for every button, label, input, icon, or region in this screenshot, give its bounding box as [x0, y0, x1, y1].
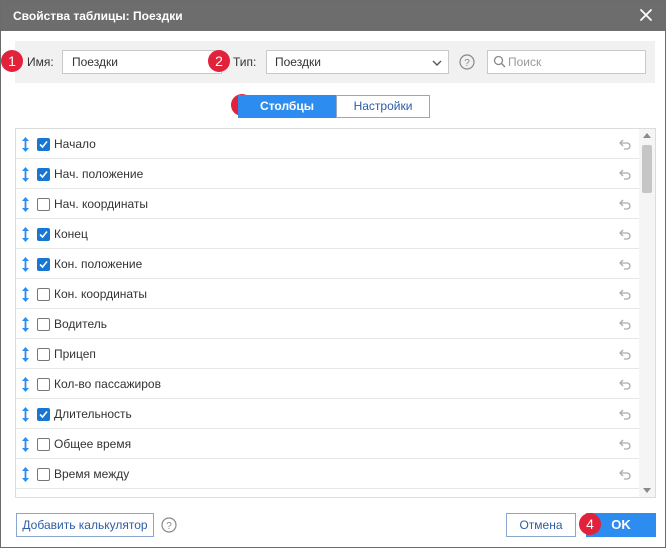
- undo-icon[interactable]: [619, 288, 632, 300]
- step-badge-2: 2: [208, 50, 230, 72]
- svg-text:?: ?: [464, 58, 470, 69]
- svg-text:?: ?: [166, 521, 172, 532]
- column-label: Начало: [54, 137, 96, 151]
- column-checkbox[interactable]: [37, 438, 50, 451]
- table-form-bar: Имя: Тип: Поездки ?: [15, 41, 655, 83]
- drag-handle-icon[interactable]: [21, 286, 30, 303]
- tab-columns[interactable]: Столбцы: [238, 95, 336, 118]
- type-label: Тип:: [233, 55, 257, 69]
- column-checkbox[interactable]: [37, 408, 50, 421]
- drag-handle-icon[interactable]: [21, 466, 30, 483]
- drag-handle-icon[interactable]: [21, 136, 30, 153]
- search-input[interactable]: [508, 52, 642, 72]
- scroll-up-icon[interactable]: [643, 133, 651, 138]
- search-icon: [493, 55, 506, 68]
- tab-settings[interactable]: Настройки: [336, 95, 430, 118]
- undo-icon[interactable]: [619, 348, 632, 360]
- scrollbar[interactable]: [639, 129, 655, 497]
- drag-handle-icon[interactable]: [21, 196, 30, 213]
- column-label: Нач. координаты: [54, 197, 148, 211]
- undo-icon[interactable]: [619, 318, 632, 330]
- column-checkbox[interactable]: [37, 168, 50, 181]
- help-icon[interactable]: ?: [459, 54, 475, 70]
- drag-handle-icon[interactable]: [21, 256, 30, 273]
- drag-handle-icon[interactable]: [21, 406, 30, 423]
- column-label: Длительность: [54, 407, 132, 421]
- column-checkbox[interactable]: [37, 138, 50, 151]
- column-row[interactable]: Время между: [16, 459, 640, 489]
- column-row[interactable]: Кон. координаты: [16, 279, 640, 309]
- drag-handle-icon[interactable]: [21, 346, 30, 363]
- column-checkbox[interactable]: [37, 198, 50, 211]
- search-box[interactable]: [487, 50, 646, 74]
- undo-icon[interactable]: [619, 138, 632, 150]
- column-checkbox[interactable]: [37, 378, 50, 391]
- undo-icon[interactable]: [619, 378, 632, 390]
- column-row[interactable]: Общее время: [16, 429, 640, 459]
- column-row[interactable]: Прицеп: [16, 339, 640, 369]
- column-row[interactable]: Нач. координаты: [16, 189, 640, 219]
- add-calculator-button[interactable]: Добавить калькулятор: [16, 513, 154, 537]
- column-label: Время между: [54, 467, 130, 481]
- type-select-value: Поездки: [275, 55, 321, 69]
- column-checkbox[interactable]: [37, 288, 50, 301]
- column-row[interactable]: Начало: [16, 129, 640, 159]
- column-checkbox[interactable]: [37, 228, 50, 241]
- undo-icon[interactable]: [619, 408, 632, 420]
- column-checkbox[interactable]: [37, 318, 50, 331]
- dialog-titlebar[interactable]: Свойства таблицы: Поездки: [1, 1, 665, 31]
- column-row[interactable]: Длительность: [16, 399, 640, 429]
- drag-handle-icon[interactable]: [21, 376, 30, 393]
- scrollbar-thumb[interactable]: [642, 145, 652, 193]
- column-checkbox[interactable]: [37, 468, 50, 481]
- column-row[interactable]: Нач. положение: [16, 159, 640, 189]
- step-badge-4: 4: [579, 513, 601, 535]
- name-label: Имя:: [27, 55, 54, 69]
- column-label: Кон. координаты: [54, 287, 147, 301]
- column-row[interactable]: Кон. положение: [16, 249, 640, 279]
- undo-icon[interactable]: [619, 468, 632, 480]
- name-input[interactable]: [62, 50, 222, 74]
- column-label: Прицеп: [54, 347, 96, 361]
- column-row[interactable]: Водитель: [16, 309, 640, 339]
- drag-handle-icon[interactable]: [21, 316, 30, 333]
- chevron-down-icon: [432, 57, 442, 67]
- cancel-button[interactable]: Отмена: [506, 513, 576, 537]
- column-row[interactable]: Конец: [16, 219, 640, 249]
- dialog-title: Свойства таблицы: Поездки: [13, 9, 183, 23]
- column-label: Нач. положение: [54, 167, 144, 181]
- type-select[interactable]: Поездки: [266, 50, 449, 74]
- scroll-down-icon[interactable]: [643, 488, 651, 493]
- undo-icon[interactable]: [619, 438, 632, 450]
- column-checkbox[interactable]: [37, 258, 50, 271]
- column-label: Общее время: [54, 437, 132, 451]
- step-badge-1: 1: [1, 50, 23, 72]
- columns-list[interactable]: Начало Нач. положение Нач. координаты Конец…: [15, 128, 656, 498]
- column-label: Кол-во пассажиров: [54, 377, 161, 391]
- drag-handle-icon[interactable]: [21, 166, 30, 183]
- column-label: Кон. положение: [54, 257, 143, 271]
- drag-handle-icon[interactable]: [21, 436, 30, 453]
- drag-handle-icon[interactable]: [21, 226, 30, 243]
- column-row[interactable]: Кол-во пассажиров: [16, 369, 640, 399]
- tabs: Столбцы Настройки: [238, 95, 430, 118]
- column-checkbox[interactable]: [37, 348, 50, 361]
- undo-icon[interactable]: [619, 228, 632, 240]
- undo-icon[interactable]: [619, 168, 632, 180]
- undo-icon[interactable]: [619, 198, 632, 210]
- table-properties-dialog: Свойства таблицы: Поездки Имя: Тип: Поез…: [0, 0, 666, 548]
- undo-icon[interactable]: [619, 258, 632, 270]
- column-label: Водитель: [54, 317, 108, 331]
- column-label: Конец: [54, 227, 88, 241]
- help-icon[interactable]: ?: [161, 517, 177, 533]
- close-icon[interactable]: [637, 6, 655, 24]
